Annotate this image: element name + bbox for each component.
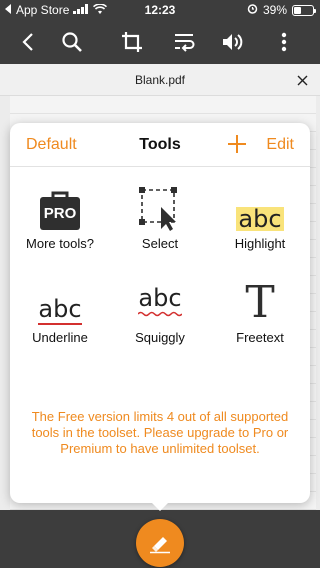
tool-label: Underline (32, 330, 88, 345)
reflow-button[interactable] (170, 28, 198, 56)
back-button[interactable] (14, 28, 42, 56)
highlight-icon: abc (235, 183, 285, 231)
squiggle-line (138, 311, 182, 316)
speaker-icon (223, 34, 243, 50)
highlight-sample: abc (236, 205, 284, 233)
document-tab-bar: Blank.pdf (0, 64, 320, 96)
tool-select[interactable]: Select (110, 183, 210, 269)
document-title[interactable]: Blank.pdf (0, 73, 320, 87)
tool-label: Freetext (236, 330, 284, 345)
close-icon (297, 75, 307, 85)
underline-sample: abc (38, 295, 82, 325)
search-icon (62, 32, 82, 52)
tool-freetext[interactable]: T Freetext (210, 277, 310, 363)
underline-icon: abc (35, 277, 85, 325)
tools-panel-title: Tools (139, 136, 181, 153)
squiggly-sample: abc (138, 283, 182, 312)
plus-icon (228, 135, 246, 153)
add-tool-button[interactable] (226, 133, 248, 155)
status-right: 39% (247, 3, 316, 17)
tool-more-tools[interactable]: PRO More tools? (10, 183, 110, 269)
tool-underline[interactable]: abc Underline (10, 277, 110, 363)
pro-briefcase-icon: PRO (35, 183, 85, 231)
more-options-button[interactable] (270, 28, 298, 56)
close-document-button[interactable] (292, 70, 312, 90)
annotate-button[interactable] (136, 519, 184, 567)
crop-button[interactable] (118, 28, 146, 56)
upgrade-notice[interactable]: The Free version limits 4 out of all sup… (30, 409, 290, 457)
status-bar: App Store 12:23 39% (0, 0, 320, 20)
top-toolbar (0, 20, 320, 64)
tools-panel-header: Default Tools Edit (10, 123, 310, 167)
more-icon (281, 32, 287, 52)
tool-label: Highlight (234, 236, 286, 251)
battery-icon (292, 4, 316, 16)
edit-tools-button[interactable]: Edit (266, 136, 294, 154)
battery-fill (294, 6, 301, 14)
crop-icon (122, 32, 142, 52)
tool-label: Select (141, 236, 179, 251)
squiggly-icon: abc (135, 277, 185, 325)
tool-label: Squiggly (135, 330, 185, 345)
alarm-icon (247, 3, 258, 17)
popup-pointer (152, 503, 168, 511)
tool-label: More tools? (26, 236, 94, 251)
freetext-sample: T (245, 277, 275, 328)
tool-squiggly[interactable]: abc Squiggly (110, 277, 210, 363)
select-icon (135, 183, 185, 231)
reflow-icon (175, 34, 195, 52)
tool-highlight[interactable]: abc Highlight (210, 183, 310, 269)
back-icon (22, 33, 33, 51)
pro-badge: PRO (43, 205, 77, 222)
freetext-icon: T (235, 277, 285, 325)
battery-percent: 39% (262, 3, 287, 17)
read-aloud-button[interactable] (219, 28, 247, 56)
tools-panel: Default Tools Edit PRO More tools? Selec… (10, 123, 310, 503)
search-button[interactable] (58, 28, 86, 56)
eraser-pen-icon (150, 537, 170, 554)
